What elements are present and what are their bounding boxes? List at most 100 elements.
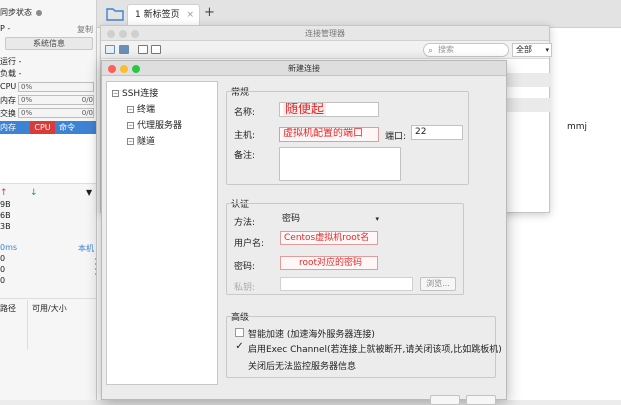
tree-item-label: SSH连接 bbox=[122, 89, 159, 99]
ok-button[interactable] bbox=[466, 395, 496, 405]
latency-value-3: 0 bbox=[0, 276, 6, 285]
arrow-down-icon: ↓ bbox=[30, 188, 38, 198]
add-tab-icon[interactable]: + bbox=[204, 5, 215, 20]
expand-icon[interactable] bbox=[151, 45, 161, 54]
name-field-value: 随便起 bbox=[283, 102, 327, 117]
tab-cpu[interactable]: CPU bbox=[30, 121, 55, 134]
exec-channel-note: 关闭后无法监控服务器信息 bbox=[248, 362, 357, 372]
process-list bbox=[0, 134, 96, 184]
collapse-icon[interactable] bbox=[138, 45, 148, 54]
notes-field[interactable] bbox=[279, 147, 401, 181]
new-connection-dialog: 新建连接 − SSH连接 − 终端 − 代理服务器 − 隧道 常规 名称: 随便起 主机… bbox=[101, 60, 507, 405]
connection-manager-title: 连接管理器 bbox=[101, 26, 549, 41]
username-label: 用户名: bbox=[234, 239, 265, 249]
process-tab-bar: 内存 CPU 命令 bbox=[0, 121, 96, 134]
dialog-title: 新建连接 bbox=[288, 64, 320, 73]
uptime-label: 运行 - bbox=[0, 57, 22, 66]
smart-accel-checkbox[interactable] bbox=[235, 328, 244, 337]
method-select[interactable]: 密码 ▾ bbox=[279, 213, 383, 227]
close-window-icon[interactable] bbox=[108, 65, 116, 73]
sync-status-label: 同步状态 bbox=[0, 8, 32, 17]
tree-node-icon: − bbox=[127, 138, 134, 145]
tab-memory[interactable]: 内存 bbox=[0, 121, 16, 134]
list-item[interactable] bbox=[505, 73, 551, 87]
latency-label: 0ms bbox=[0, 243, 18, 252]
tree-item-label: 代理服务器 bbox=[137, 121, 183, 131]
latency-value-2: 0 bbox=[0, 265, 6, 274]
latency-host-label: 本机 bbox=[78, 244, 94, 253]
copy-button[interactable]: 复制 bbox=[77, 24, 93, 35]
name-label: 名称: bbox=[234, 108, 256, 118]
search-input[interactable]: ⌕ 搜索 bbox=[423, 43, 509, 57]
swap-usage-total: 0/0 bbox=[81, 109, 93, 117]
arrow-up-icon: ↑ bbox=[0, 188, 8, 198]
memory-usage-value: 0% bbox=[21, 96, 33, 104]
chevron-down-icon: ▾ bbox=[545, 46, 549, 54]
minimize-window-icon[interactable] bbox=[120, 65, 128, 73]
browse-button[interactable]: 浏览... bbox=[420, 277, 456, 291]
tree-node-icon: − bbox=[127, 122, 134, 129]
load-label: 负载 - bbox=[0, 69, 22, 78]
swap-usage-value: 0% bbox=[21, 109, 33, 117]
search-placeholder: 搜索 bbox=[438, 45, 454, 54]
password-field[interactable]: root对应的密码 bbox=[280, 256, 378, 270]
collapse-icon[interactable]: − bbox=[112, 90, 119, 97]
close-window-icon[interactable] bbox=[107, 30, 115, 38]
folder-icon[interactable] bbox=[106, 7, 124, 21]
network-value-2: 6B bbox=[0, 211, 11, 220]
tree-item-terminal[interactable]: − 终端 bbox=[127, 102, 155, 115]
tab-command[interactable]: 命令 bbox=[59, 121, 75, 134]
private-key-label: 私钥: bbox=[234, 283, 256, 293]
maximize-window-icon[interactable] bbox=[132, 65, 140, 73]
minimize-window-icon[interactable] bbox=[119, 30, 127, 38]
divider bbox=[0, 298, 96, 299]
connection-manager-toolbar: ⌕ 搜索 全部 ▾ bbox=[101, 41, 552, 59]
sync-status-dot bbox=[36, 9, 42, 16]
disk-path-header: 路径 bbox=[0, 304, 16, 313]
connection-name[interactable]: mmj bbox=[567, 122, 587, 132]
tab-label: 1 新标签页 bbox=[135, 10, 180, 20]
close-icon[interactable]: × bbox=[186, 5, 194, 26]
dialog-title-bar: 新建连接 bbox=[102, 61, 506, 76]
new-folder-icon[interactable] bbox=[119, 45, 129, 54]
system-info-button[interactable]: 系统信息 bbox=[5, 37, 93, 50]
maximize-window-icon[interactable] bbox=[131, 30, 139, 38]
chevron-down-icon: ▾ bbox=[375, 215, 379, 223]
port-field[interactable]: 22 bbox=[411, 125, 463, 140]
tab-new-tab[interactable]: 1 新标签页 × bbox=[127, 4, 200, 26]
latency-value-1: 0 bbox=[0, 254, 6, 263]
private-key-field[interactable] bbox=[280, 277, 413, 291]
host-field[interactable]: 虚拟机配置的端口 bbox=[279, 127, 379, 142]
filter-select-value: 全部 bbox=[516, 45, 532, 54]
swap-label: 交换 bbox=[0, 109, 16, 118]
sync-status: 同步状态 bbox=[0, 7, 42, 18]
host-label: 主机: bbox=[234, 131, 256, 141]
port-label: 端口: bbox=[385, 132, 407, 142]
memory-usage-total: 0/0 bbox=[81, 96, 93, 104]
tree-item-tunnel[interactable]: − 隧道 bbox=[127, 134, 155, 147]
cpu-label: CPU bbox=[0, 82, 17, 91]
exec-channel-checkbox[interactable]: ✓ bbox=[235, 342, 244, 352]
tree-item-label: 隧道 bbox=[137, 137, 156, 147]
connection-type-tree: − SSH连接 − 终端 − 代理服务器 − 隧道 bbox=[106, 81, 218, 385]
connection-manager-title-text: 连接管理器 bbox=[305, 29, 345, 38]
network-value-3: 3B bbox=[0, 222, 11, 231]
tree-item-proxy[interactable]: − 代理服务器 bbox=[127, 118, 182, 131]
list-item[interactable] bbox=[505, 98, 551, 112]
new-connection-icon[interactable] bbox=[105, 45, 115, 54]
main-tab-strip: 1 新标签页 × + bbox=[97, 0, 621, 28]
network-dropdown-chevron-icon[interactable]: ▼ bbox=[86, 188, 92, 197]
method-label: 方法: bbox=[234, 218, 256, 228]
tree-item-label: 终端 bbox=[137, 105, 156, 115]
username-field[interactable]: Centos虚拟机root名 bbox=[280, 231, 378, 245]
system-monitor-sidebar: 同步状态 P - 复制 系统信息 运行 - 负载 - CPU 0% 内存 0% … bbox=[0, 0, 97, 400]
ip-label: P - bbox=[0, 24, 11, 33]
tree-item-ssh[interactable]: − SSH连接 bbox=[112, 86, 158, 99]
exec-channel-label: 启用Exec Channel(若连接上就被断开,请关闭该项,比如跳板机) bbox=[248, 345, 502, 355]
cancel-button[interactable] bbox=[430, 395, 460, 405]
name-field[interactable]: 随便起 bbox=[279, 102, 379, 117]
filter-select[interactable]: 全部 ▾ bbox=[512, 43, 552, 57]
tree-node-icon: − bbox=[127, 106, 134, 113]
cpu-usage-bar: 0% bbox=[18, 82, 94, 92]
smart-accel-label: 智能加速 (加速海外服务器连接) bbox=[248, 330, 375, 340]
